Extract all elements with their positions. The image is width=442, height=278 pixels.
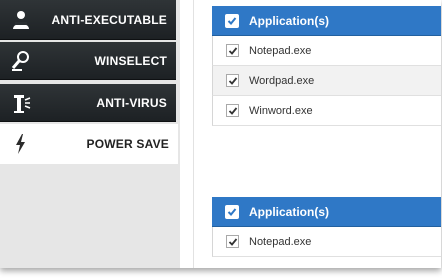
checkmark-icon: [228, 237, 237, 246]
application-checkbox[interactable]: [226, 104, 239, 117]
sidebar-item-winselect[interactable]: WINSELECT: [0, 42, 176, 80]
content-divider: [193, 0, 194, 268]
app-window: ANTI-EXECUTABLE WINSELECT ANTI-VIRUS POW…: [0, 0, 441, 268]
checkmark-icon: [227, 17, 237, 25]
application-row: Wordpad.exe: [212, 66, 441, 96]
winselect-icon: [9, 49, 33, 73]
select-all-checkbox[interactable]: [225, 14, 239, 28]
sidebar-item-anti-executable[interactable]: ANTI-EXECUTABLE: [0, 0, 176, 40]
application-name: Wordpad.exe: [249, 74, 315, 87]
application-name: Notepad.exe: [249, 44, 312, 57]
sidebar-item-label: ANTI-EXECUTABLE: [51, 12, 167, 27]
panel-header: Application(s): [212, 6, 441, 36]
sidebar: ANTI-EXECUTABLE WINSELECT ANTI-VIRUS POW…: [0, 0, 180, 268]
checkmark-icon: [228, 46, 237, 55]
application-row: Notepad.exe: [212, 227, 441, 257]
application-checkbox[interactable]: [226, 74, 239, 87]
sidebar-item-power-save[interactable]: POWER SAVE: [0, 124, 178, 164]
checkmark-icon: [227, 208, 237, 216]
panel-header-label: Application(s): [249, 205, 329, 219]
application-row: Winword.exe: [212, 96, 441, 126]
panel-header-label: Application(s): [249, 14, 329, 28]
application-row: Notepad.exe: [212, 36, 441, 66]
select-all-checkbox[interactable]: [225, 205, 239, 219]
anti-executable-icon: [9, 8, 33, 32]
panel-header: Application(s): [212, 197, 441, 227]
application-checkbox[interactable]: [226, 44, 239, 57]
applications-panel: Application(s) Notepad.exe: [212, 197, 441, 257]
sidebar-item-label: WINSELECT: [94, 53, 167, 68]
applications-panel: Application(s) Notepad.exe Wordpad.exe W…: [212, 6, 441, 126]
application-name: Winword.exe: [249, 104, 313, 117]
sidebar-item-anti-virus[interactable]: ANTI-VIRUS: [0, 84, 176, 122]
anti-virus-icon: [9, 91, 33, 115]
sidebar-item-label: POWER SAVE: [86, 137, 169, 151]
application-checkbox[interactable]: [226, 235, 239, 248]
power-save-icon: [9, 132, 33, 156]
sidebar-item-label: ANTI-VIRUS: [96, 95, 167, 110]
checkmark-icon: [228, 106, 237, 115]
checkmark-icon: [228, 76, 237, 85]
application-name: Notepad.exe: [249, 235, 312, 248]
